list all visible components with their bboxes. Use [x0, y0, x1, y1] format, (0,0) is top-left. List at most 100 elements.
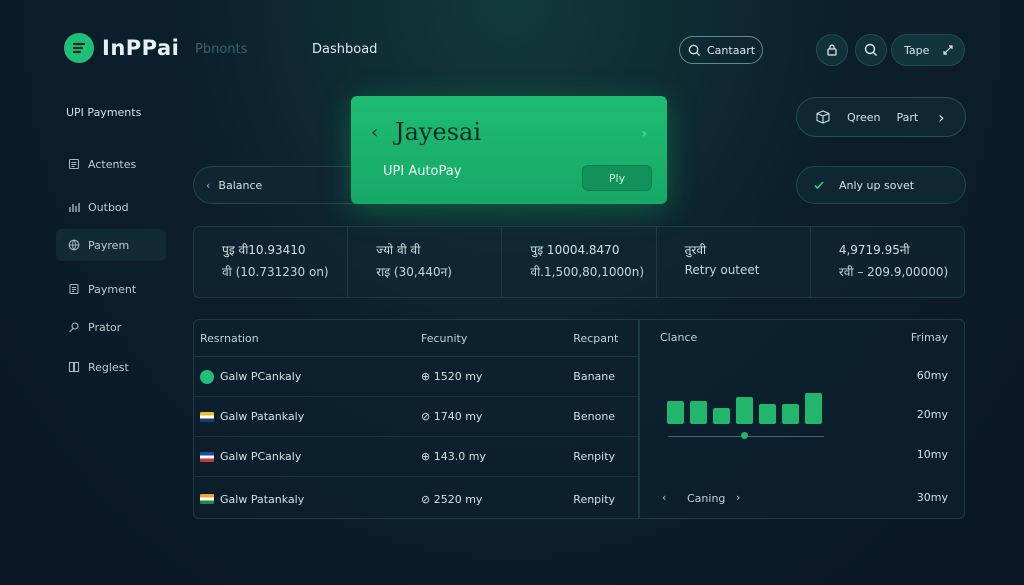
column-header[interactable]: Recpant	[573, 332, 638, 345]
search-button[interactable]: Cantaart	[679, 36, 763, 64]
nav-link-dashboard[interactable]: Dashboad	[312, 42, 377, 57]
check-icon	[814, 181, 824, 190]
stat-cell: ज्यो वी वी राइ (30,440न)	[348, 227, 503, 297]
column-header[interactable]: Fecunity	[419, 332, 573, 345]
logo-icon	[64, 33, 94, 63]
row-amount: ⊕ 143.0 my	[421, 450, 486, 463]
stat-value: पुइ वी10.93410	[222, 243, 306, 257]
expand-icon	[943, 45, 953, 55]
row-amount: ⊘ 2520 my	[421, 492, 483, 506]
logo-text: InPPai	[102, 36, 180, 60]
globe-icon	[68, 239, 80, 251]
stat-value: पुइ 10004.8470	[530, 243, 620, 257]
sidebar-item-outbod[interactable]: Outbod	[56, 191, 166, 223]
chart-slider-handle[interactable]	[741, 432, 748, 439]
wallet-icon	[200, 369, 214, 384]
chart-bar	[736, 397, 753, 424]
sidebar-item-payrem[interactable]: Payrem	[56, 229, 166, 261]
row-amount: ⊕ 1520 my	[421, 370, 483, 383]
document-icon	[69, 283, 79, 295]
transactions-table: Resrnation Fecunity Recpant Galw PCankal…	[193, 319, 639, 519]
book-icon	[68, 361, 80, 373]
chevron-left-icon[interactable]: ‹	[662, 491, 666, 504]
stat-cell: 4,9719.95नी रवी – 209.9,00000)	[811, 227, 964, 297]
stat-detail: वी (10.731230 on)	[222, 265, 329, 279]
pay-button[interactable]: Ply	[582, 165, 652, 191]
autopay-card: ‹ Jayesai › UPI AutoPay Ply	[351, 96, 667, 204]
sidebar-item-actentes[interactable]: Actentes	[56, 148, 166, 180]
status-pill[interactable]: Anly up sovet	[796, 166, 966, 204]
chart-right-label: Frimay	[910, 331, 948, 344]
chart-value: 30my	[916, 491, 948, 504]
balance-label: Balance	[218, 178, 263, 192]
lock-icon	[827, 44, 837, 56]
queue-label: Qreen	[847, 110, 881, 124]
card-name: Jayesai	[395, 118, 481, 146]
stat-detail: वी.1,500,80,1000n)	[530, 265, 645, 279]
row-name: Galw Patankaly	[220, 492, 305, 506]
sidebar-item-label: Payment	[88, 282, 137, 296]
sidebar-item-label: Outbod	[88, 200, 129, 214]
stat-cell: तुरवी Retry outeet	[657, 227, 811, 297]
search-icon	[688, 44, 701, 56]
chevron-right-icon[interactable]: ›	[736, 491, 740, 504]
flag-icon	[200, 451, 214, 462]
row-name: Galw PCankaly	[220, 450, 302, 463]
chart-value: 60my	[916, 369, 948, 382]
stat-value: तुरवी	[684, 243, 707, 257]
card-subtitle: UPI AutoPay	[383, 164, 462, 179]
row-status: Renpity	[573, 450, 616, 463]
sidebar-item-label: Reglest	[88, 360, 129, 374]
balance-bar[interactable]: ‹ Balance	[193, 166, 363, 204]
app-logo[interactable]: InPPai	[64, 33, 179, 63]
row-status: Banane	[573, 370, 616, 383]
chevron-left-icon: ‹	[206, 178, 211, 192]
stat-detail: रवी – 209.9,00000)	[838, 265, 949, 279]
queue-pill[interactable]: Qreen Part ›	[796, 97, 966, 137]
stat-detail: Retry outeet	[684, 263, 760, 277]
sidebar-item-reglest[interactable]: Reglest	[56, 351, 166, 383]
chevron-right-icon[interactable]: ›	[641, 126, 647, 142]
sidebar-item-label: Actentes	[88, 157, 137, 171]
tape-label: Tape	[904, 43, 930, 57]
row-amount: ⊘ 1740 my	[421, 410, 483, 423]
chevron-left-icon[interactable]: ‹	[371, 122, 378, 143]
status-label: Anly up sovet	[839, 178, 915, 192]
sidebar-item-label: Prator	[88, 320, 122, 334]
nav-link-pbnonts[interactable]: Pbnonts	[195, 42, 247, 57]
table-row[interactable]: Galw PCankaly ⊕ 143.0 my Renpity	[194, 437, 638, 477]
sidebar-item-label: Payrem	[88, 238, 130, 252]
row-status: Benone	[573, 410, 616, 423]
chart-value: 20my	[916, 408, 948, 421]
table-row[interactable]: Galw Patankaly ⊘ 2520 my Renpity	[194, 477, 638, 521]
chart-bar	[759, 404, 776, 424]
lock-button[interactable]	[816, 34, 848, 66]
chart-bar	[667, 401, 684, 424]
search-label: Cantaart	[707, 43, 756, 57]
chart-bar	[805, 393, 822, 424]
chart-bar	[713, 408, 730, 424]
chart-value: 10my	[916, 448, 948, 461]
chart-bar	[690, 401, 707, 424]
column-header[interactable]: Resrnation	[194, 332, 419, 345]
sidebar-item-prator[interactable]: Prator	[56, 311, 166, 343]
package-icon	[816, 110, 830, 124]
chart-bar	[782, 404, 799, 424]
table-row[interactable]: Galw Patankaly ⊘ 1740 my Benone	[194, 397, 638, 437]
sidebar-heading: UPI Payments	[66, 106, 142, 119]
magnifier-icon	[864, 43, 877, 56]
stat-detail: राइ (30,440न)	[376, 265, 452, 279]
pin-icon	[69, 322, 79, 333]
stat-value: ज्यो वी वी	[376, 243, 421, 257]
table-row[interactable]: Galw PCankaly ⊕ 1520 my Banane	[194, 357, 638, 397]
row-name: Galw PCankaly	[220, 370, 302, 383]
flag-icon	[200, 411, 214, 422]
search-icon-button[interactable]	[855, 34, 887, 66]
stat-value: 4,9719.95नी	[838, 243, 910, 257]
chart-footer-label: Caning	[687, 492, 726, 505]
row-status: Renpity	[573, 492, 616, 506]
sidebar-item-payment[interactable]: Payment	[56, 273, 166, 305]
chart-panel: Clance Frimay 60my 20my 10my 30my ‹ Cani…	[639, 319, 965, 519]
tape-button[interactable]: Tape	[891, 34, 965, 66]
flag-icon	[200, 494, 214, 504]
